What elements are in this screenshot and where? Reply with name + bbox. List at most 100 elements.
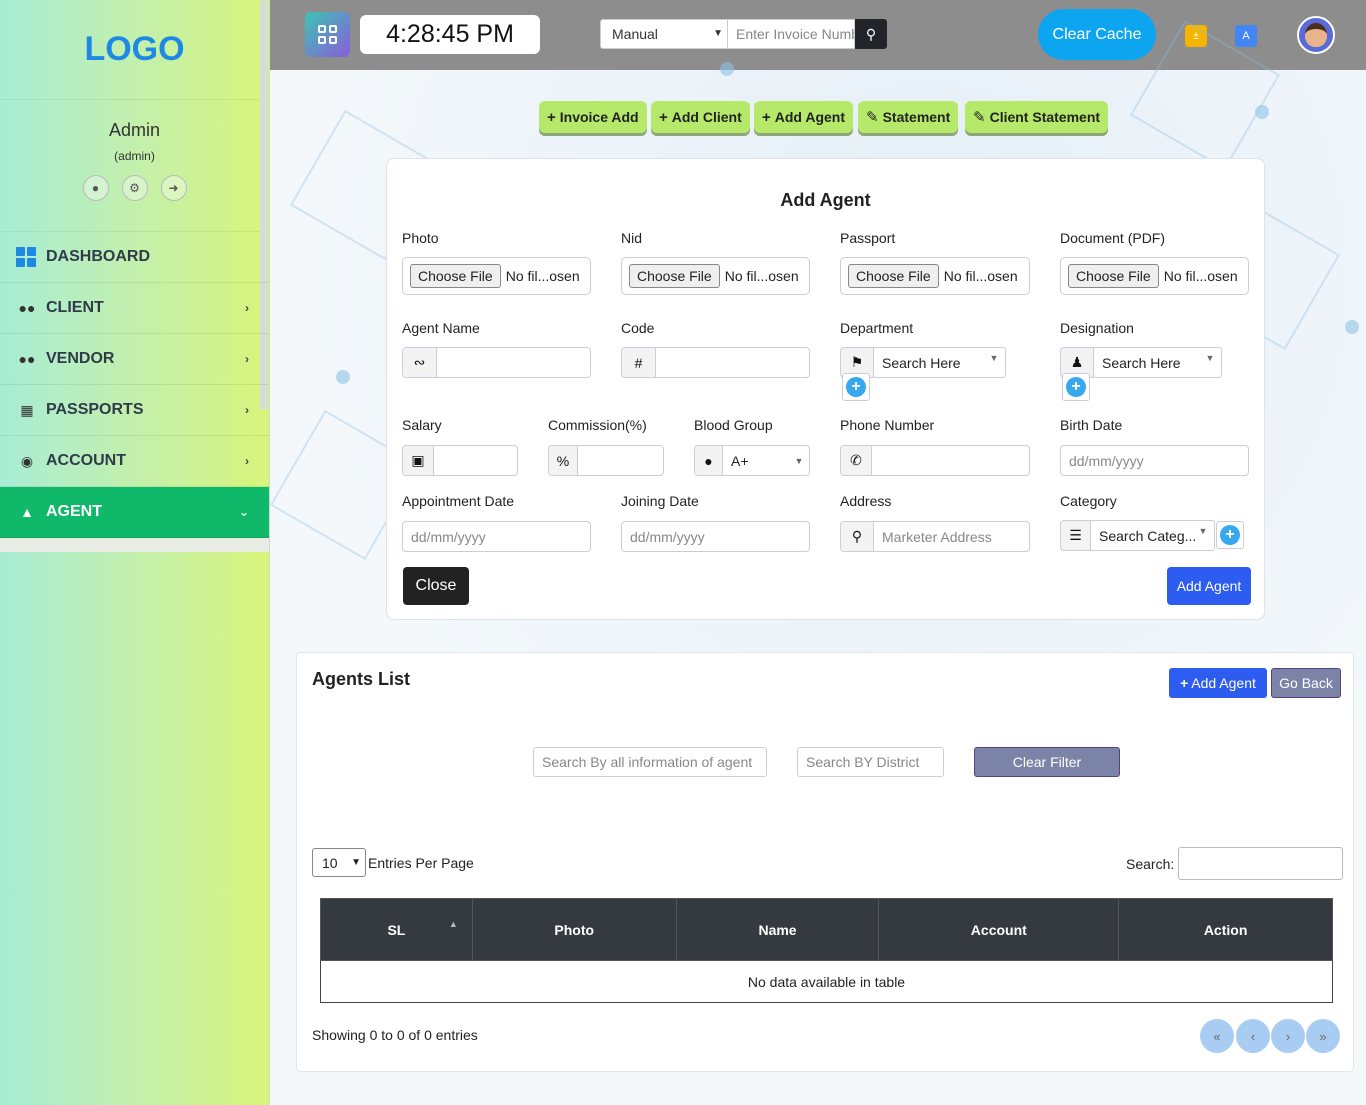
go-back-button[interactable]: Go Back: [1271, 668, 1341, 698]
entries-per-page: 10 ▼ Entries Per Page: [312, 848, 474, 877]
code-field[interactable]: #: [621, 347, 810, 378]
blood-group-label: Blood Group: [694, 417, 773, 433]
clear-cache-button[interactable]: Clear Cache: [1038, 9, 1156, 60]
sidebar-item-account[interactable]: ◉ ACCOUNT ›: [0, 436, 269, 487]
clear-filter-button[interactable]: Clear Filter: [974, 747, 1120, 777]
column-photo[interactable]: Photo: [471, 898, 677, 961]
search-all-input[interactable]: Search By all information of agent: [533, 747, 767, 777]
column-account[interactable]: Account: [878, 898, 1120, 961]
nid-label: Nid: [621, 230, 643, 246]
logout-icon[interactable]: ➜: [160, 175, 187, 201]
prev-page-button[interactable]: ‹: [1236, 1019, 1270, 1053]
add-category-button[interactable]: +: [1216, 521, 1244, 549]
translate-icon[interactable]: A: [1235, 25, 1257, 47]
phone-field[interactable]: ✆: [840, 445, 1030, 476]
search-button[interactable]: ⚲: [855, 19, 887, 49]
agent-name-label: Agent Name: [402, 320, 480, 336]
address-label: Address: [840, 493, 892, 509]
phone-label: Phone Number: [840, 417, 935, 433]
passport-label: Passport: [840, 230, 896, 246]
photo-file-input[interactable]: Choose File No fil...osen: [402, 257, 591, 295]
entries-select[interactable]: 10 ▼: [312, 848, 366, 877]
column-sl[interactable]: SL ▲: [320, 898, 473, 961]
form-title: Add Agent: [780, 190, 871, 210]
sidebar-item-vendor[interactable]: ●● VENDOR ›: [0, 334, 269, 385]
sidebar-item-client[interactable]: ●● CLIENT ›: [0, 283, 269, 334]
commission-label: Commission(%): [548, 417, 647, 433]
category-select[interactable]: ☰ Search Categ... ▼: [1060, 520, 1215, 551]
sidebar-item-passports[interactable]: ▦ PASSPORTS ›: [0, 385, 269, 436]
document-file-input[interactable]: Choose File No fil...osen: [1060, 257, 1249, 295]
passport-file-input[interactable]: Choose File No fil...osen: [840, 257, 1030, 295]
salary-field[interactable]: ▣: [402, 445, 518, 476]
code-label: Code: [621, 320, 655, 336]
user-name: Admin: [108, 120, 161, 140]
users-icon: ●●: [18, 300, 36, 316]
department-label: Department: [840, 320, 914, 336]
map-icon: ⚲: [841, 522, 874, 551]
wallet-icon: ▣: [403, 446, 434, 475]
invoice-number-input[interactable]: Enter Invoice Number: [727, 19, 855, 49]
sidebar-item-label: AGENT: [46, 503, 102, 520]
table-info: Showing 0 to 0 of 0 entries: [312, 1027, 478, 1043]
birth-date-input[interactable]: dd/mm/yyyy: [1060, 445, 1249, 476]
hash-icon: #: [622, 348, 656, 377]
chevron-right-icon: ›: [245, 301, 249, 315]
column-action[interactable]: Action: [1118, 898, 1333, 961]
user-role: (admin): [114, 149, 155, 163]
droplet-icon: ●: [695, 446, 723, 475]
plus-icon: +: [659, 108, 668, 126]
invoice-type-select[interactable]: Manual ▼: [600, 19, 728, 49]
gear-icon[interactable]: ⚙: [121, 175, 148, 201]
add-client-button[interactable]: + Add Client: [651, 101, 750, 133]
sidebar-item-label: CLIENT: [46, 299, 104, 316]
chevron-down-icon: ▼: [794, 455, 804, 466]
appointment-date-input[interactable]: dd/mm/yyyy: [402, 521, 591, 552]
commission-field[interactable]: %: [548, 445, 664, 476]
address-field[interactable]: ⚲ Marketer Address: [840, 521, 1030, 552]
sidebar-item-agent[interactable]: ▲ AGENT ⌄: [0, 487, 269, 538]
chevron-right-icon: ›: [245, 352, 249, 366]
search-district-input[interactable]: Search BY District: [797, 747, 944, 777]
sidebar-item-dashboard[interactable]: DASHBOARD: [0, 232, 269, 283]
table-row: No data available in table: [320, 960, 1333, 1003]
add-agent-quick-button[interactable]: + Add Agent: [754, 101, 854, 133]
apps-grid-button[interactable]: [305, 12, 350, 57]
add-designation-button[interactable]: +: [1062, 373, 1090, 401]
add-department-button[interactable]: +: [842, 373, 870, 401]
add-agent-form: Add Agent Photo Choose File No fil...osen…: [386, 158, 1265, 620]
add-agent-button[interactable]: + Add Agent: [1169, 668, 1267, 698]
phone-icon: ✆: [841, 446, 872, 475]
first-page-button[interactable]: «: [1200, 1019, 1234, 1053]
invoice-add-button[interactable]: + Invoice Add: [539, 101, 647, 133]
user-icon[interactable]: ●: [82, 175, 109, 201]
user-profile: Admin (admin) ● ⚙ ➜: [0, 100, 269, 232]
client-statement-button[interactable]: ✎ Client Statement: [965, 101, 1109, 133]
column-name[interactable]: Name: [675, 898, 880, 961]
blood-group-select[interactable]: ● A+ ▼: [694, 445, 810, 476]
document-label: Document (PDF): [1060, 230, 1166, 246]
money-bag-icon: ◉: [20, 452, 34, 469]
agents-list-panel: Agents List + Add Agent Go Back Search By…: [296, 652, 1354, 1072]
plus-icon: +: [762, 108, 771, 126]
nid-file-input[interactable]: Choose File No fil...osen: [621, 257, 810, 295]
search-icon: ⚲: [865, 25, 877, 42]
sidebar-item-label: ACCOUNT: [46, 452, 126, 469]
birth-date-label: Birth Date: [1060, 417, 1123, 433]
plus-icon: +: [846, 377, 866, 397]
avatar[interactable]: [1297, 16, 1335, 54]
grid-icon: [318, 25, 337, 44]
list-title: Agents List: [312, 669, 411, 689]
agent-name-field[interactable]: ∾: [402, 347, 591, 378]
close-button[interactable]: Close: [403, 567, 469, 605]
next-page-button[interactable]: ›: [1271, 1019, 1305, 1053]
add-agent-submit-button[interactable]: Add Agent: [1167, 567, 1251, 605]
logo[interactable]: LOGO: [0, 0, 269, 100]
chevron-down-icon: ▼: [989, 353, 999, 363]
category-label: Category: [1060, 493, 1117, 509]
chevron-down-icon: ▼: [713, 28, 723, 39]
table-search-input[interactable]: [1178, 847, 1344, 880]
statement-button[interactable]: ✎ Statement: [858, 101, 959, 133]
joining-date-input[interactable]: dd/mm/yyyy: [621, 521, 810, 552]
last-page-button[interactable]: »: [1306, 1019, 1340, 1053]
